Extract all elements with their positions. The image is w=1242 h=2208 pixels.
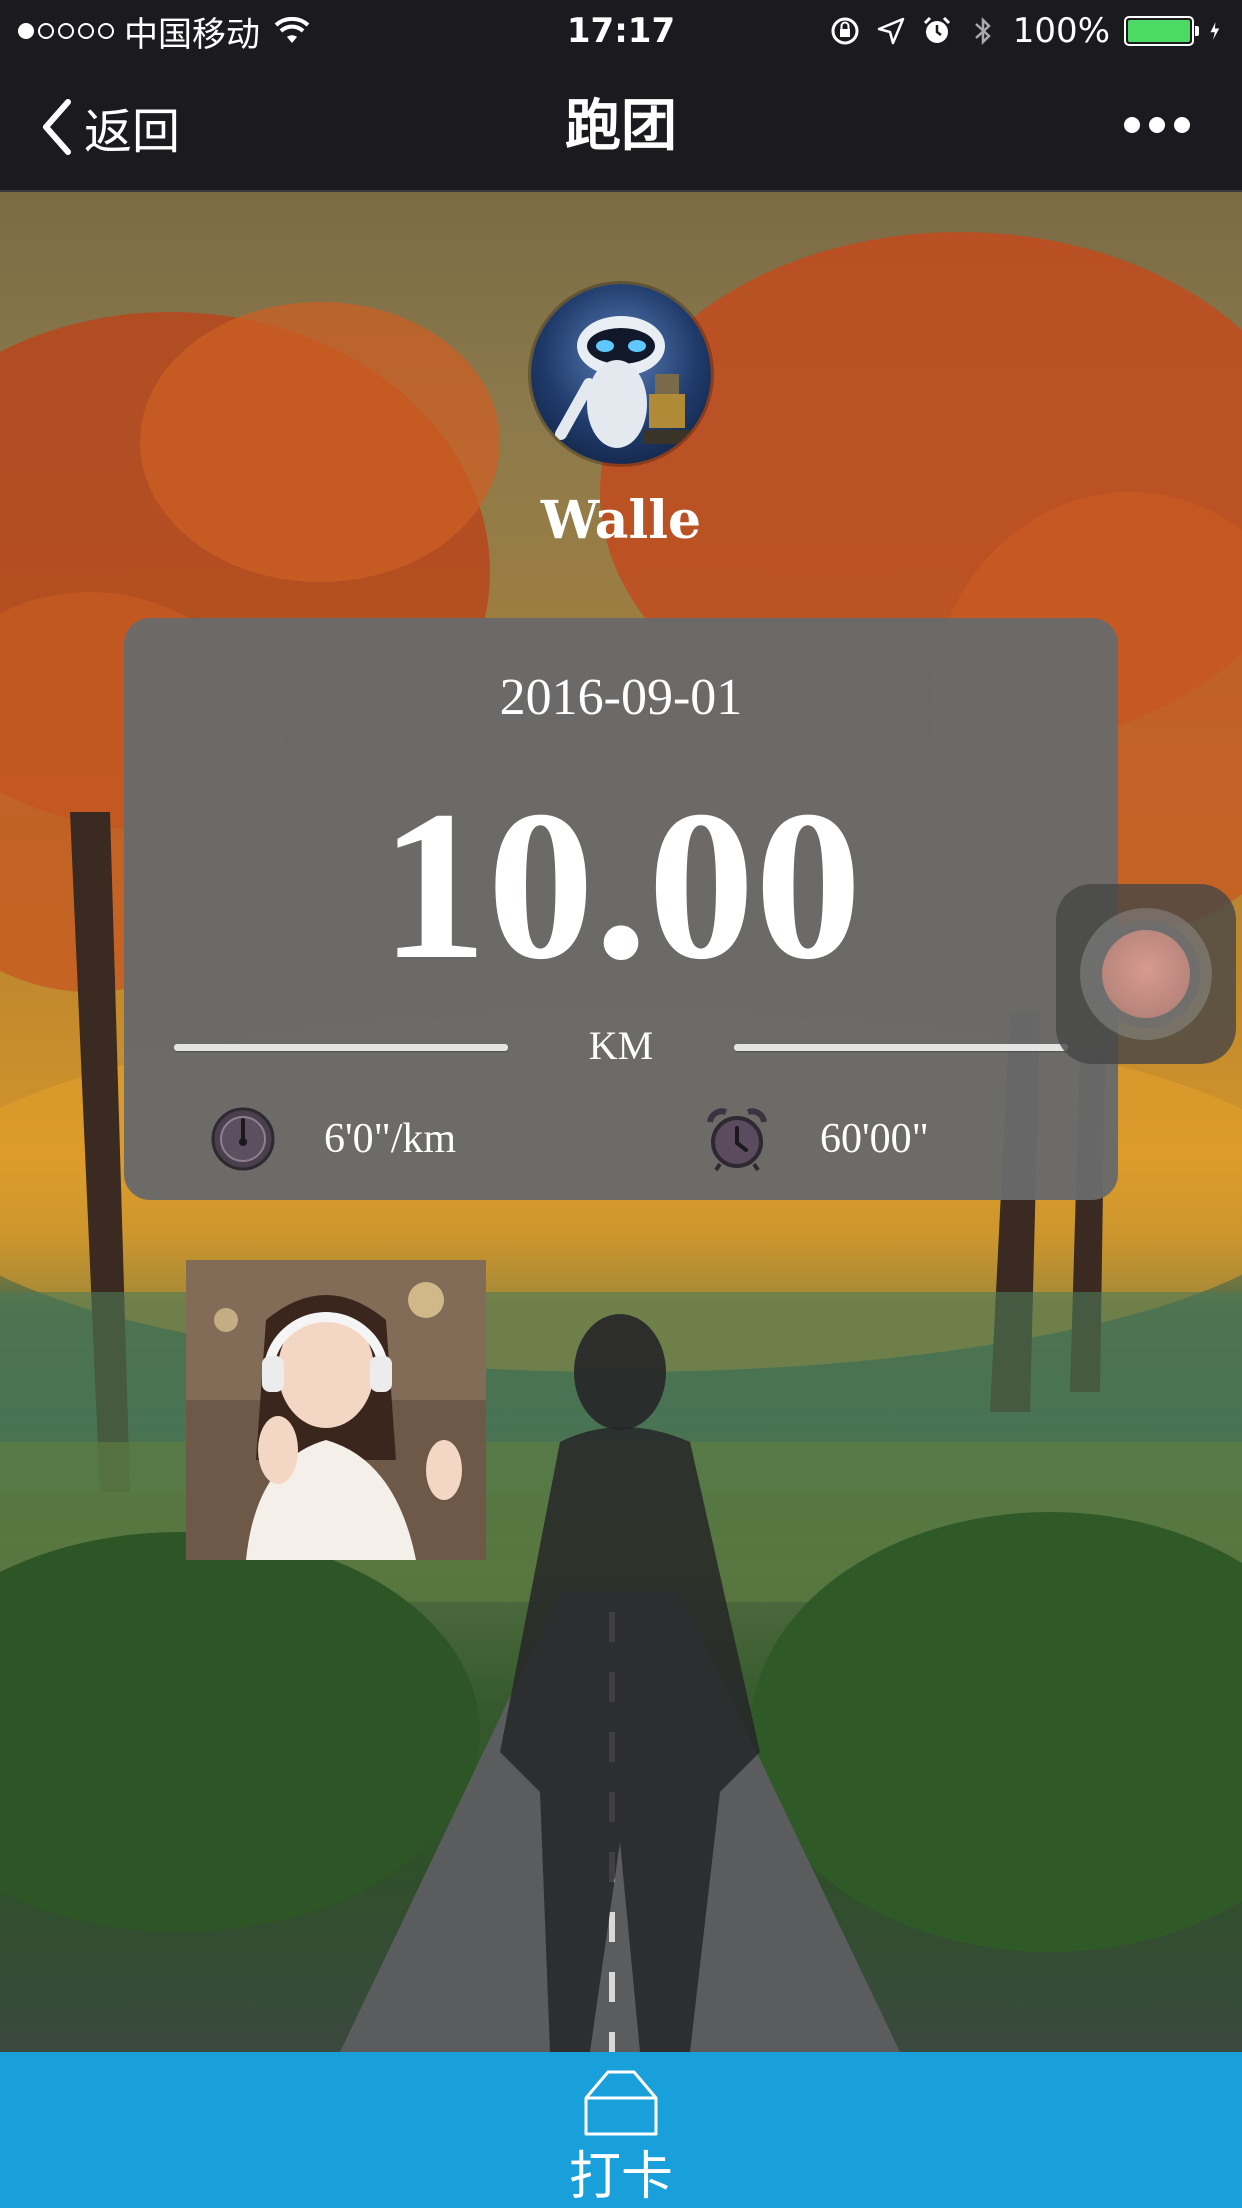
speedometer-icon	[211, 1107, 275, 1171]
charging-icon	[1210, 22, 1220, 40]
run-date: 2016-09-01	[499, 669, 743, 726]
listener-photo	[186, 1260, 486, 1560]
floating-action-button[interactable]	[1056, 884, 1236, 1064]
alarm-clock-icon	[707, 1108, 767, 1172]
checkin-label: 打卡	[568, 2147, 673, 2207]
alarm-icon	[923, 16, 950, 43]
music-thumbnail[interactable]	[186, 1260, 486, 1560]
more-dot	[1174, 117, 1190, 133]
battery-percent: 100%	[1012, 11, 1110, 51]
nav-bar: 返回 跑团	[0, 62, 1242, 192]
float-button-core	[1102, 930, 1190, 1018]
divider-right	[734, 1044, 1068, 1051]
house-outline-icon	[584, 2070, 658, 2136]
rotation-lock-icon	[831, 17, 859, 45]
more-dot	[1149, 117, 1165, 133]
duration-value: 60'00"	[820, 1116, 929, 1162]
run-distance: 10.00	[380, 767, 862, 1004]
page-title: 跑团	[565, 94, 677, 159]
robot-avatar-image	[555, 316, 691, 448]
user-name: Walle	[540, 490, 702, 551]
avatar[interactable]	[531, 284, 711, 464]
pace-value: 6'0"/km	[324, 1116, 457, 1162]
checkin-button[interactable]: 打卡	[0, 2052, 1242, 2208]
status-right: 100%	[829, 8, 1228, 54]
battery-level	[1128, 20, 1190, 42]
run-stats-card: 2016-09-01 10.00 KM 6'0"/km 60'00"	[124, 618, 1118, 1200]
more-dot	[1124, 117, 1140, 133]
bluetooth-icon	[974, 16, 991, 46]
status-bar: 中国移动 17:17 100%	[0, 0, 1242, 62]
more-button[interactable]	[1124, 110, 1190, 140]
battery-icon	[1124, 16, 1199, 46]
location-icon	[877, 17, 905, 45]
